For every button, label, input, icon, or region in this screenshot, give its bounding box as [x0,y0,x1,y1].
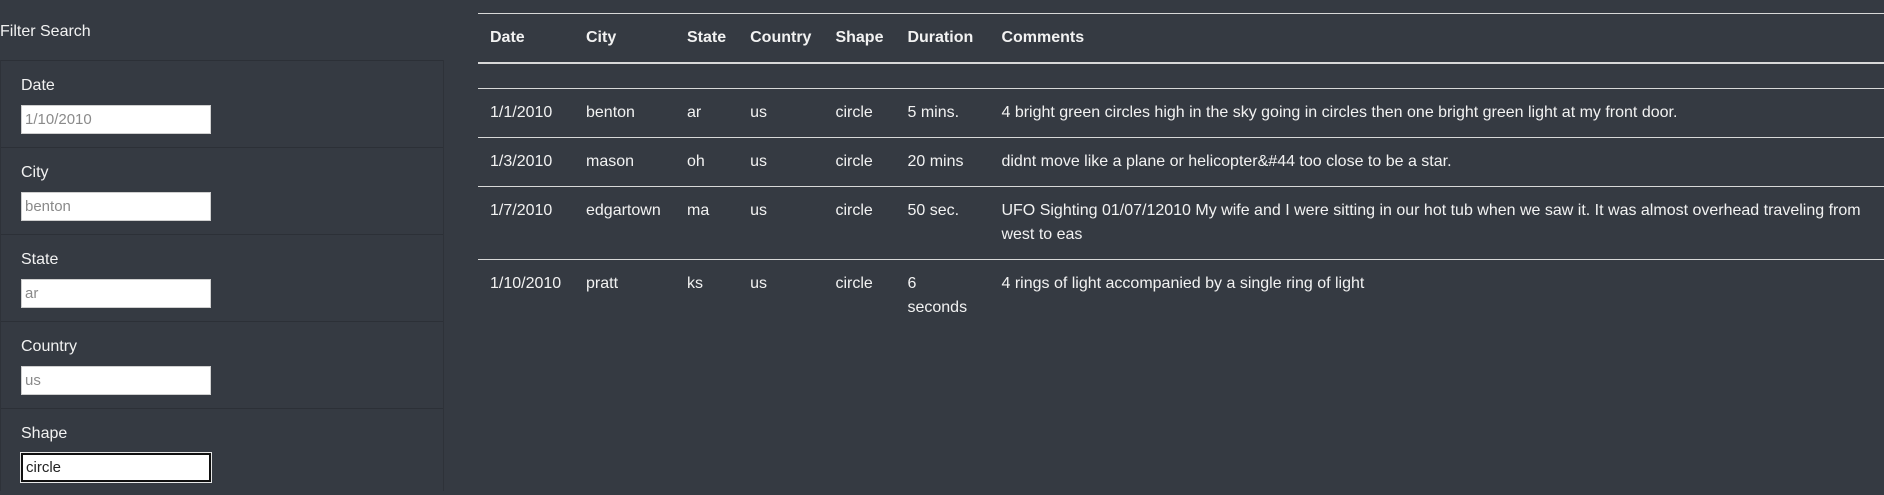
table-row: 1/3/2010 mason oh us circle 20 mins didn… [478,138,1884,187]
cell-duration: 50 sec. [907,202,960,219]
cell-comments: 4 bright green circles high in the sky g… [1001,104,1678,121]
cell-shape: circle [835,202,873,219]
spacer-cell [478,62,1884,89]
cell-city: edgartown [586,202,661,219]
filter-list: Date City State Country Shape [0,60,444,491]
header-shape: Shape [835,28,884,46]
country-filter-input[interactable] [21,366,211,395]
shape-filter-label: Shape [21,425,68,442]
filter-item-date: Date [1,60,443,147]
table-header-row: Date City State Country Shape Duration C… [478,13,1884,63]
cell-duration: 6 seconds [907,275,968,316]
ufo-table-container: Date City State Country Shape Duration C… [478,13,1884,332]
cell-shape: circle [835,275,873,292]
table-spacer-row [478,62,1884,89]
header-comments: Comments [1001,28,1085,46]
cell-country: us [750,153,768,170]
cell-comments: UFO Sighting 01/07/12010 My wife and I w… [1001,202,1861,243]
cell-date: 1/1/2010 [490,104,553,121]
cell-state: ks [687,275,703,292]
filter-item-state: State [1,234,443,321]
shape-filter-input[interactable] [21,453,211,482]
cell-state: oh [687,153,705,170]
country-filter-label: Country [21,338,78,355]
city-filter-label: City [21,164,49,181]
cell-city: mason [586,153,635,170]
table-row: 1/7/2010 edgartown ma us circle 50 sec. … [478,187,1884,260]
cell-duration: 20 mins [907,153,964,170]
header-date: Date [490,28,525,46]
cell-comments: didnt move like a plane or helicopter&#4… [1001,153,1452,170]
table-body: 1/1/2010 benton ar us circle 5 mins. 4 b… [478,62,1884,333]
cell-state: ar [687,104,702,121]
cell-comments: 4 rings of light accompanied by a single… [1001,275,1365,292]
cell-shape: circle [835,104,873,121]
date-filter-label: Date [21,77,55,94]
header-city: City [586,28,617,46]
filter-item-country: Country [1,321,443,408]
filter-search-title: Filter Search [0,23,91,40]
filter-sidebar: Filter Search Date City State Country Sh… [0,0,444,491]
header-duration: Duration [907,28,974,46]
city-filter-input[interactable] [21,192,211,221]
table-row: 1/10/2010 pratt ks us circle 6 seconds 4… [478,260,1884,333]
cell-state: ma [687,202,710,219]
cell-city: benton [586,104,635,121]
cell-date: 1/10/2010 [490,275,562,292]
header-country: Country [750,28,812,46]
filter-item-city: City [1,147,443,234]
cell-shape: circle [835,153,873,170]
date-filter-input[interactable] [21,105,211,134]
header-state: State [687,28,727,46]
cell-date: 1/3/2010 [490,153,553,170]
cell-country: us [750,275,768,292]
cell-country: us [750,104,768,121]
ufo-sightings-table: Date City State Country Shape Duration C… [478,13,1884,332]
state-filter-label: State [21,251,59,268]
filter-item-shape: Shape [1,408,443,495]
cell-country: us [750,202,768,219]
cell-duration: 5 mins. [907,104,960,121]
cell-date: 1/7/2010 [490,202,553,219]
table-row: 1/1/2010 benton ar us circle 5 mins. 4 b… [478,89,1884,138]
state-filter-input[interactable] [21,279,211,308]
cell-city: pratt [586,275,619,292]
